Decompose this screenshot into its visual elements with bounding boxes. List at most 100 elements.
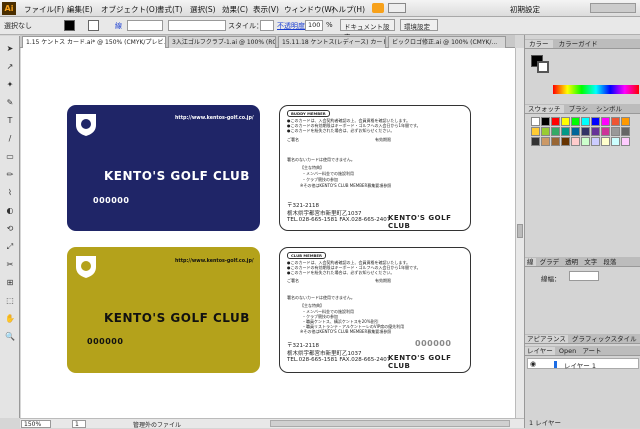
stroke-weight-field[interactable] bbox=[127, 20, 163, 31]
club-card-back[interactable]: CLUB MEMBER ●このカードは、入会契約者確認の上、会員資格を確認いたし… bbox=[279, 247, 471, 373]
tab-symbols[interactable]: シンボル bbox=[593, 105, 625, 113]
swatch[interactable] bbox=[611, 137, 620, 146]
window-controls[interactable] bbox=[590, 3, 636, 13]
swatch[interactable] bbox=[621, 137, 630, 146]
opacity-label[interactable]: 不透明度 bbox=[277, 21, 305, 31]
swatch[interactable] bbox=[541, 127, 550, 136]
buddy-card-back[interactable]: BUDDY MEMBER ●このカードは、入会契約者確認の上、会員資格を確認いた… bbox=[279, 105, 471, 231]
tab-paragraph[interactable]: 段落 bbox=[601, 258, 618, 266]
tab-appearance[interactable]: アピアランス bbox=[525, 335, 568, 343]
swatch[interactable] bbox=[611, 117, 620, 126]
swatch[interactable] bbox=[591, 137, 600, 146]
swatch[interactable] bbox=[611, 127, 620, 136]
swatch[interactable] bbox=[601, 127, 610, 136]
menu-effect[interactable]: 効果(C) bbox=[222, 4, 248, 15]
menu-edit[interactable]: 編集(E) bbox=[67, 4, 93, 15]
brush-tool-icon[interactable]: ⌇ bbox=[5, 188, 15, 198]
pen-tool-icon[interactable]: ✎ bbox=[5, 98, 15, 108]
swatch[interactable] bbox=[551, 137, 560, 146]
swatch[interactable] bbox=[581, 127, 590, 136]
direct-selection-tool-icon[interactable]: ↗ bbox=[5, 62, 15, 72]
swatch[interactable] bbox=[541, 137, 550, 146]
mesh-tool-icon[interactable]: ⊞ bbox=[5, 278, 15, 288]
scissors-icon[interactable]: ✂ bbox=[5, 260, 15, 270]
tab-brushes[interactable]: ブラシ bbox=[566, 105, 591, 113]
tab-gradient[interactable]: グラデ bbox=[538, 258, 562, 266]
menu-file[interactable]: ファイル(F) bbox=[24, 4, 64, 15]
type-tool-icon[interactable]: T bbox=[5, 116, 15, 126]
swatch[interactable] bbox=[571, 117, 580, 126]
tab-color-guide[interactable]: カラーガイド bbox=[555, 40, 602, 48]
bridge-icon[interactable] bbox=[372, 3, 384, 13]
tab-big-logo[interactable]: ビックロゴ修正.ai @ 100% (CMYK/... bbox=[388, 36, 506, 48]
swatch[interactable] bbox=[601, 117, 610, 126]
stroke-color-swatch[interactable] bbox=[537, 61, 549, 73]
workspace-switcher[interactable]: 初期設定 bbox=[510, 4, 540, 15]
menu-select[interactable]: 選択(S) bbox=[190, 4, 216, 15]
swatch[interactable] bbox=[581, 117, 590, 126]
swatch[interactable] bbox=[551, 127, 560, 136]
tab-swatches[interactable]: スウォッチ bbox=[525, 105, 564, 113]
tab-graphic-styles[interactable]: グラフィックスタイル bbox=[570, 335, 639, 343]
tab-artboards[interactable]: アート bbox=[580, 347, 603, 355]
swatch[interactable] bbox=[591, 117, 600, 126]
fill-swatch[interactable] bbox=[64, 20, 75, 31]
club-card-front[interactable]: http://www.kentos-golf.co.jp/ KENTO'S GO… bbox=[67, 247, 260, 373]
tab-kentos-card[interactable]: 1.15 ケントス カード.ai* @ 150% (CMYK/プレビュー) bbox=[22, 36, 166, 48]
variable-width-select[interactable] bbox=[168, 20, 226, 31]
tab-color[interactable]: カラー bbox=[525, 40, 553, 48]
swatch[interactable] bbox=[531, 127, 540, 136]
menu-help[interactable]: ヘルプ(H) bbox=[331, 4, 365, 15]
zoom-field[interactable]: 150% bbox=[21, 420, 51, 428]
hand-tool-icon[interactable]: ✋ bbox=[5, 314, 15, 324]
visibility-eye-icon[interactable]: ◉ bbox=[530, 360, 536, 368]
swatch[interactable] bbox=[561, 117, 570, 126]
tab-opentype[interactable]: Open bbox=[557, 347, 578, 355]
vertical-scrollbar[interactable] bbox=[515, 48, 524, 418]
horizontal-scrollbar[interactable] bbox=[270, 420, 510, 427]
swatch[interactable] bbox=[591, 127, 600, 136]
rectangle-tool-icon[interactable]: ▭ bbox=[5, 152, 15, 162]
layer-row[interactable]: ◉ レイヤー 1 bbox=[527, 358, 639, 370]
buddy-card-front[interactable]: http://www.kentos-golf.co.jp/ KENTO'S GO… bbox=[67, 105, 260, 231]
color-spectrum[interactable] bbox=[553, 85, 639, 94]
stroke-label[interactable]: 線 bbox=[115, 21, 122, 31]
blob-brush-icon[interactable]: ◐ bbox=[5, 206, 15, 216]
magic-wand-icon[interactable]: ✦ bbox=[5, 80, 15, 90]
swatch[interactable] bbox=[551, 117, 560, 126]
artboard-nav[interactable]: 1 bbox=[72, 420, 86, 428]
arrange-documents-icon[interactable] bbox=[388, 3, 406, 13]
pencil-tool-icon[interactable]: ✏ bbox=[5, 170, 15, 180]
swatch[interactable] bbox=[541, 117, 550, 126]
swatch[interactable] bbox=[531, 117, 540, 126]
swatch[interactable] bbox=[621, 117, 630, 126]
zoom-tool-icon[interactable]: 🔍 bbox=[5, 332, 15, 342]
document-setup-button[interactable]: ドキュメント設定 bbox=[340, 19, 395, 41]
tab-layers[interactable]: レイヤー bbox=[525, 347, 555, 355]
preferences-button[interactable]: 環境設定 bbox=[400, 19, 438, 31]
tab-character[interactable]: 文字 bbox=[582, 258, 599, 266]
opacity-field[interactable]: 100 bbox=[305, 20, 323, 31]
swatch[interactable] bbox=[571, 127, 580, 136]
stroke-swatch[interactable] bbox=[88, 20, 99, 31]
tab-transparency[interactable]: 透明 bbox=[563, 258, 580, 266]
menu-view[interactable]: 表示(V) bbox=[253, 4, 279, 15]
menu-type[interactable]: 書式(T) bbox=[157, 4, 182, 15]
scale-tool-icon[interactable]: ⤢ bbox=[5, 242, 15, 252]
artboard-tool-icon[interactable]: ⬚ bbox=[5, 296, 15, 306]
tab-kentos-ladies[interactable]: 15.11.18 ケントス(レディース) カード.ai... bbox=[278, 36, 386, 48]
swatch[interactable] bbox=[621, 127, 630, 136]
swatch[interactable] bbox=[561, 127, 570, 136]
tab-irie-golf[interactable]: 3入江ゴルフクラブ-1.ai @ 100% (RGB/... bbox=[168, 36, 276, 48]
layer-name[interactable]: レイヤー 1 bbox=[564, 360, 596, 370]
swatch[interactable] bbox=[531, 137, 540, 146]
menu-object[interactable]: オブジェクト(O) bbox=[101, 4, 158, 15]
swatch[interactable] bbox=[601, 137, 610, 146]
swatch[interactable] bbox=[561, 137, 570, 146]
style-select[interactable] bbox=[260, 20, 274, 31]
line-tool-icon[interactable]: / bbox=[5, 134, 15, 144]
stroke-weight-input[interactable] bbox=[569, 271, 599, 281]
swatch[interactable] bbox=[571, 137, 580, 146]
scroll-thumb[interactable] bbox=[517, 224, 523, 238]
menu-window[interactable]: ウィンドウ(W) bbox=[284, 4, 335, 15]
